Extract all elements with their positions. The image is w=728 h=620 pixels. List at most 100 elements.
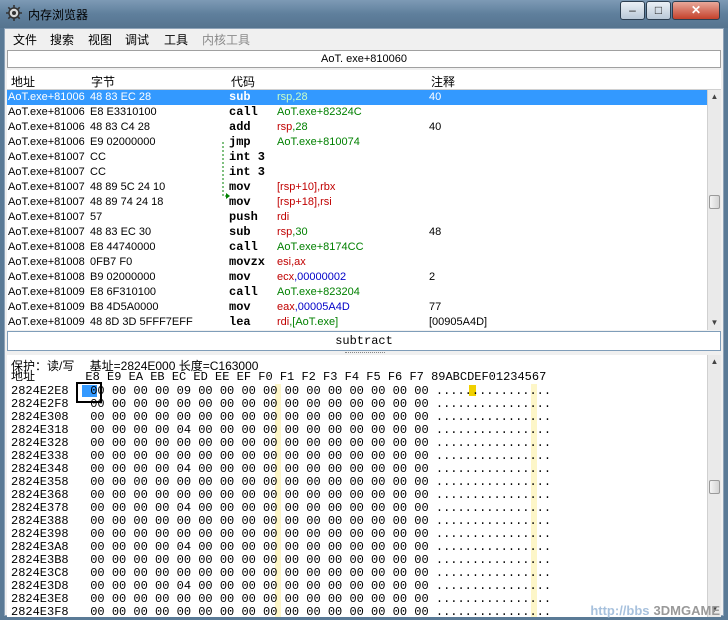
disasm-comment: 2 bbox=[429, 271, 436, 283]
disasm-row[interactable]: AoT.exe+81007 48 89 5C 24 10 mov [rsp+10],r… bbox=[7, 180, 707, 195]
disasm-row[interactable]: AoT.exe+81007 57 push rdi bbox=[7, 210, 707, 225]
hex-row[interactable]: 2824E328 00 00 00 00 00 00 00 00 00 00 0… bbox=[11, 436, 551, 450]
disasm-bytes: B8 4D5A0000 bbox=[90, 301, 159, 313]
disassembler-header: 地址 字节 代码 注释 bbox=[7, 70, 721, 90]
hex-row[interactable]: 2824E338 00 00 00 00 00 00 00 00 00 00 0… bbox=[11, 449, 551, 463]
operand-token: rdi bbox=[277, 211, 290, 223]
maximize-button[interactable]: □ bbox=[646, 1, 671, 20]
disasm-row[interactable]: AoT.exe+81007 CC int 3 bbox=[7, 165, 707, 180]
menu-view[interactable]: 视图 bbox=[88, 31, 112, 48]
close-button[interactable]: ✕ bbox=[672, 1, 720, 20]
hex-row[interactable]: 2824E3A8 00 00 00 00 04 00 00 00 00 00 0… bbox=[11, 540, 551, 554]
hex-row[interactable]: 2824E3C8 00 00 00 00 00 00 00 00 00 00 0… bbox=[11, 566, 551, 580]
disasm-row[interactable]: AoT.exe+81008 B9 02000000 mov ecx,00000002 2 bbox=[7, 270, 707, 285]
operand-token: [rsp+18] bbox=[277, 196, 318, 208]
disassembler-view[interactable]: AoT.exe+81006 48 83 EC 28 sub rsp,28 40 AoT.e… bbox=[7, 90, 707, 330]
disasm-row[interactable]: AoT.exe+81006 48 83 C4 28 add rsp,28 40 bbox=[7, 120, 707, 135]
disasm-row[interactable]: AoT.exe+81007 48 83 EC 30 sub rsp,30 48 bbox=[7, 225, 707, 240]
menu-file[interactable]: 文件 bbox=[13, 31, 37, 48]
disasm-address: AoT.exe+81007 bbox=[8, 151, 85, 163]
disasm-address: AoT.exe+81006 bbox=[8, 136, 85, 148]
operand-token: esi bbox=[277, 256, 292, 268]
disasm-address: AoT.exe+81009 bbox=[8, 316, 85, 328]
hex-row[interactable]: 2824E3E8 00 00 00 00 00 00 00 00 00 00 0… bbox=[11, 592, 551, 606]
disasm-row[interactable]: AoT.exe+81009 E8 6F310100 call AoT.exe+8232… bbox=[7, 285, 707, 300]
operand-token: ,00005A4D bbox=[294, 301, 350, 313]
disasm-address: AoT.exe+81008 bbox=[8, 256, 85, 268]
disasm-bytes: E8 44740000 bbox=[90, 241, 156, 253]
hex-row[interactable]: 2824E318 00 00 00 00 04 00 00 00 00 00 0… bbox=[11, 423, 551, 437]
disasm-bytes: 0FB7 F0 bbox=[90, 256, 133, 268]
menu-search[interactable]: 搜索 bbox=[50, 31, 74, 48]
disasm-opcode: mov bbox=[229, 195, 251, 209]
disasm-opcode: sub bbox=[229, 225, 251, 239]
disasm-address: AoT.exe+81008 bbox=[8, 271, 85, 283]
hex-row[interactable]: 2824E2F8 00 00 00 00 00 00 00 00 00 00 0… bbox=[11, 397, 551, 411]
column-header-comment[interactable]: 注释 bbox=[431, 73, 455, 90]
operand-token: ,ax bbox=[291, 256, 306, 268]
hex-scrollbar[interactable]: ▲ ▼ bbox=[707, 355, 721, 617]
hex-row[interactable]: 2824E388 00 00 00 00 00 00 00 00 00 00 0… bbox=[11, 514, 551, 528]
hex-row[interactable]: 2824E3F8 00 00 00 00 00 00 00 00 00 00 0… bbox=[11, 605, 551, 617]
hex-row[interactable]: 2824E368 00 00 00 00 00 00 00 00 00 00 0… bbox=[11, 488, 551, 502]
disasm-comment: 40 bbox=[429, 121, 442, 133]
disasm-operands: esi,ax bbox=[277, 255, 427, 270]
disasm-row[interactable]: AoT.exe+81007 CC int 3 bbox=[7, 150, 707, 165]
operand-token: AoT.exe+810074 bbox=[277, 136, 360, 148]
scroll-up-icon[interactable]: ▲ bbox=[708, 90, 721, 104]
disasm-row[interactable]: AoT.exe+81008 0FB7 F0 movzx esi,ax bbox=[7, 255, 707, 270]
column-header-opcode[interactable]: 代码 bbox=[231, 73, 255, 90]
hex-row[interactable]: 2824E348 00 00 00 00 04 00 00 00 00 00 0… bbox=[11, 462, 551, 476]
menu-kernel-tools[interactable]: 内核工具 bbox=[202, 31, 250, 48]
scroll-down-icon[interactable]: ▼ bbox=[708, 316, 721, 330]
scroll-up-icon[interactable]: ▲ bbox=[708, 355, 721, 369]
disasm-row[interactable]: AoT.exe+81008 E8 44740000 call AoT.exe+8174… bbox=[7, 240, 707, 255]
disasm-opcode: mov bbox=[229, 270, 251, 284]
column-header-address[interactable]: 地址 bbox=[11, 73, 35, 90]
disasm-opcode: add bbox=[229, 120, 251, 134]
hex-row[interactable]: 2824E378 00 00 00 00 04 00 00 00 00 00 0… bbox=[11, 501, 551, 515]
operand-token: ,28 bbox=[292, 121, 308, 133]
operand-token: AoT.exe+8174CC bbox=[277, 241, 364, 253]
disassembler-scrollbar[interactable]: ▲ ▼ bbox=[707, 90, 721, 330]
watermark-brand: 3DMGAME bbox=[653, 603, 720, 618]
disasm-row[interactable]: AoT.exe+81006 E8 E3310100 call AoT.exe+8232… bbox=[7, 105, 707, 120]
disasm-bytes: B9 02000000 bbox=[90, 271, 156, 283]
disasm-row[interactable]: AoT.exe+81009 48 8D 3D 5FFF7EFF lea rdi,[Ao… bbox=[7, 315, 707, 330]
menu-tools[interactable]: 工具 bbox=[164, 31, 188, 48]
disasm-bytes: CC bbox=[90, 166, 106, 178]
operand-token: eax bbox=[277, 301, 295, 313]
minimize-button[interactable]: – bbox=[620, 1, 645, 20]
disasm-bytes: CC bbox=[90, 151, 106, 163]
disasm-row[interactable]: AoT.exe+81009 B8 4D5A0000 mov eax,00005A4D 7… bbox=[7, 300, 707, 315]
disasm-opcode: call bbox=[229, 105, 258, 119]
menu-debug[interactable]: 调试 bbox=[125, 31, 149, 48]
hex-row[interactable]: 2824E308 00 00 00 00 00 00 00 00 00 00 0… bbox=[11, 410, 551, 424]
disasm-address: AoT.exe+81007 bbox=[8, 226, 85, 238]
disasm-row[interactable]: AoT.exe+81007 48 89 74 24 18 mov [rsp+18],r… bbox=[7, 195, 707, 210]
disasm-row[interactable]: AoT.exe+81006 48 83 EC 28 sub rsp,28 40 bbox=[7, 90, 707, 105]
hex-view[interactable]: 保护：读/写 基址=2824E000 长度=C163000 地址 E8 E9 E… bbox=[7, 355, 707, 617]
scrollbar-thumb[interactable] bbox=[709, 480, 720, 494]
hex-row[interactable]: 2824E2E8 00 00 00 00 09 00 00 00 00 00 0… bbox=[11, 384, 551, 398]
disasm-bytes: 48 89 74 24 18 bbox=[90, 196, 164, 208]
disasm-bytes: 48 83 EC 28 bbox=[90, 91, 152, 103]
address-bar[interactable]: AoT. exe+810060 bbox=[7, 50, 721, 68]
disasm-opcode: call bbox=[229, 240, 258, 254]
operand-token: AoT.exe+82324C bbox=[277, 106, 362, 118]
disasm-opcode: mov bbox=[229, 300, 251, 314]
hex-row[interactable]: 2824E398 00 00 00 00 00 00 00 00 00 00 0… bbox=[11, 527, 551, 541]
operand-token: rsp bbox=[277, 226, 293, 238]
disasm-bytes: 48 89 5C 24 10 bbox=[90, 181, 166, 193]
column-header-bytes[interactable]: 字节 bbox=[91, 73, 115, 90]
disasm-opcode: jmp bbox=[229, 135, 251, 149]
hex-row[interactable]: 2824E3B8 00 00 00 00 00 00 00 00 00 00 0… bbox=[11, 553, 551, 567]
disasm-address: AoT.exe+81007 bbox=[8, 196, 85, 208]
scrollbar-thumb[interactable] bbox=[709, 195, 720, 209]
disasm-comment: [00905A4D] bbox=[429, 316, 488, 328]
hex-row[interactable]: 2824E3D8 00 00 00 00 04 00 00 00 00 00 0… bbox=[11, 579, 551, 593]
disasm-bytes: 57 bbox=[90, 211, 103, 223]
hex-row[interactable]: 2824E358 00 00 00 00 00 00 00 00 00 00 0… bbox=[11, 475, 551, 489]
disasm-row[interactable]: AoT.exe+81006 E9 02000000 jmp AoT.exe+81007… bbox=[7, 135, 707, 150]
disasm-address: AoT.exe+81006 bbox=[8, 106, 85, 118]
